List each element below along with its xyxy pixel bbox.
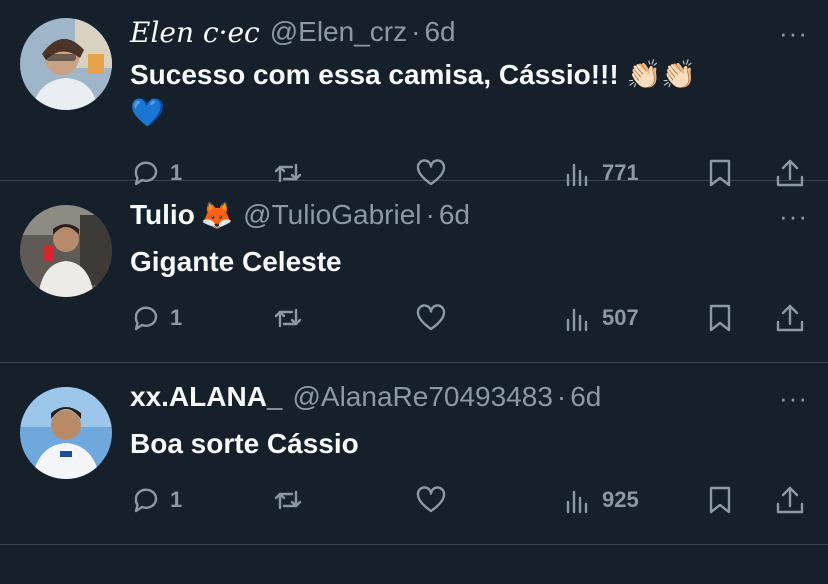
timestamp[interactable]: 6d (570, 381, 601, 413)
display-name[interactable]: Elen c·ec (130, 16, 260, 49)
avatar[interactable] (20, 205, 112, 297)
reply-count: 1 (170, 305, 183, 330)
tweet-actions: 1 925 (130, 480, 808, 520)
view-count: 507 (602, 305, 639, 330)
bookmark-icon (709, 304, 731, 332)
bookmark-button[interactable] (704, 298, 736, 338)
heart-icon (416, 304, 446, 331)
fox-emoji: 🦊 (200, 199, 234, 230)
share-icon (776, 304, 804, 332)
display-name[interactable]: xx.ALANA_ (130, 381, 282, 413)
reply-count: 1 (170, 487, 183, 512)
retweet-button[interactable] (272, 480, 304, 520)
timestamp[interactable]: 6d (424, 16, 455, 48)
view-count: 925 (602, 487, 639, 512)
bookmark-icon (709, 486, 731, 514)
tweet-text: Gigante Celeste (130, 243, 788, 281)
tweet-text-line: 💙 (130, 97, 165, 128)
more-options-icon[interactable]: ··· (779, 201, 808, 232)
share-icon (776, 486, 804, 514)
display-name[interactable]: Tulio (130, 199, 195, 231)
tweet-text-line: Sucesso com essa camisa, Cássio!!! 👏🏻👏🏻 (130, 59, 697, 90)
retweet-icon (274, 490, 302, 510)
retweet-button[interactable] (272, 298, 304, 338)
reply-button[interactable]: 1 (130, 298, 182, 338)
more-options-icon[interactable]: ··· (779, 383, 808, 414)
avatar-image (20, 387, 112, 479)
tweet[interactable]: Tulio 🦊 @TulioGabriel · 6d ··· Gigante C… (0, 181, 828, 363)
tweet-text-line: Boa sorte Cássio (130, 428, 359, 459)
tweet-text-line: Gigante Celeste (130, 246, 342, 277)
timestamp[interactable]: 6d (439, 199, 470, 231)
tweet-header: Tulio 🦊 @TulioGabriel · 6d (130, 195, 768, 235)
share-button[interactable] (774, 480, 806, 520)
avatar[interactable] (20, 18, 112, 110)
views-icon (566, 490, 588, 514)
tweet-header: Elen c·ec @Elen_crz · 6d (130, 12, 768, 52)
avatar-image (20, 18, 112, 110)
like-button[interactable] (415, 298, 447, 338)
retweet-icon (274, 308, 302, 328)
reply-list: Elen c·ec @Elen_crz · 6d ··· Sucesso com… (0, 0, 828, 545)
tweet[interactable]: xx.ALANA_ @AlanaRe70493483 · 6d ··· Boa … (0, 363, 828, 545)
share-button[interactable] (774, 298, 806, 338)
heart-icon (416, 486, 446, 513)
tweet-text: Boa sorte Cássio (130, 425, 788, 463)
user-handle[interactable]: @Elen_crz (270, 16, 407, 48)
views-button[interactable]: 925 (562, 480, 639, 520)
tweet-actions: 1 507 (130, 298, 808, 338)
avatar[interactable] (20, 387, 112, 479)
views-icon (566, 308, 588, 332)
avatar-image (20, 205, 112, 297)
bookmark-button[interactable] (704, 480, 736, 520)
reply-icon (134, 306, 158, 331)
reply-button[interactable]: 1 (130, 480, 182, 520)
separator-dot: · (425, 199, 435, 230)
user-handle[interactable]: @TulioGabriel (243, 199, 421, 231)
user-handle[interactable]: @AlanaRe70493483 (292, 381, 552, 413)
tweet-header: xx.ALANA_ @AlanaRe70493483 · 6d (130, 377, 768, 417)
tweet[interactable]: Elen c·ec @Elen_crz · 6d ··· Sucesso com… (0, 0, 828, 187)
tweet-text: Sucesso com essa camisa, Cássio!!! 👏🏻👏🏻 … (130, 56, 788, 132)
separator-dot: · (411, 16, 421, 47)
separator-dot: · (556, 381, 567, 412)
like-button[interactable] (415, 480, 447, 520)
reply-icon (134, 488, 158, 513)
more-options-icon[interactable]: ··· (779, 18, 808, 49)
views-button[interactable]: 507 (562, 298, 639, 338)
